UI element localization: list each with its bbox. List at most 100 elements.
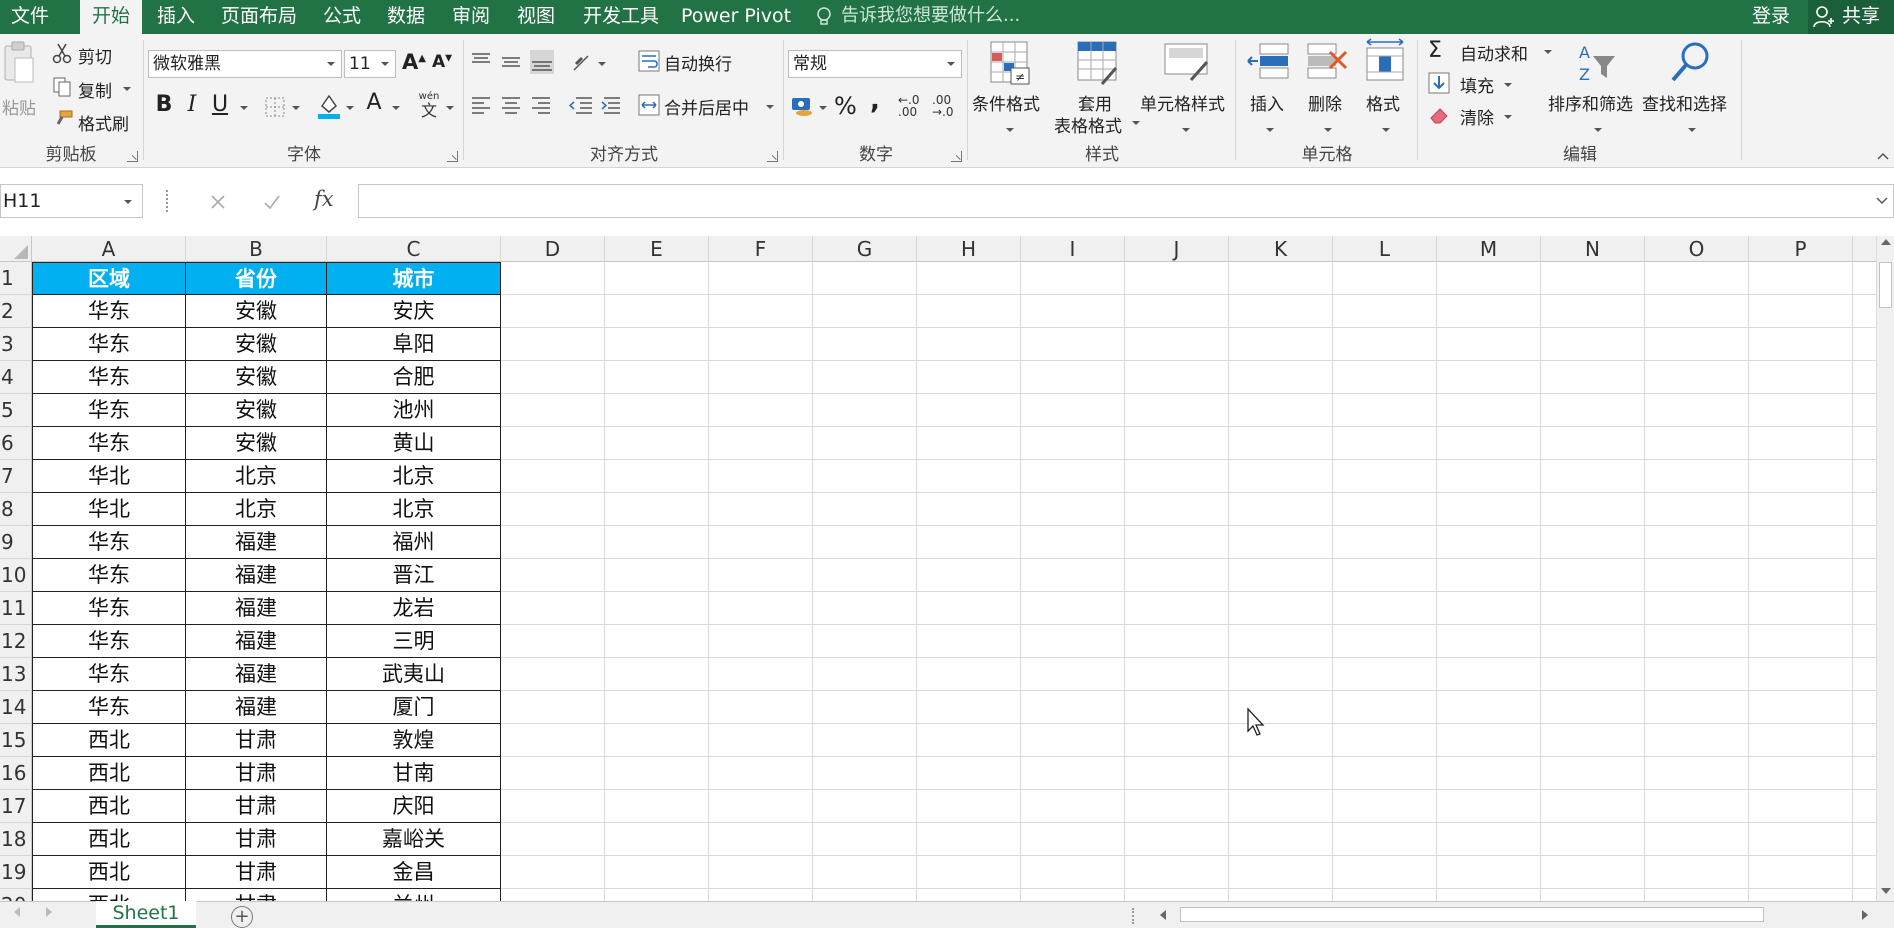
select-all-corner[interactable] xyxy=(0,236,32,262)
tab-insert[interactable]: 插入 xyxy=(150,0,202,34)
table-cell[interactable]: 安徽 xyxy=(186,328,327,361)
fill-color-icon[interactable] xyxy=(316,92,342,120)
row-header-10[interactable]: 10 xyxy=(0,559,32,592)
copy-button[interactable]: 复制 xyxy=(52,76,140,102)
table-cell[interactable]: 西北 xyxy=(32,724,186,757)
sheet-tab-sheet1[interactable]: Sheet1 xyxy=(96,901,196,928)
phonetic-guide-button[interactable]: wén 文 xyxy=(414,92,444,122)
table-cell[interactable]: 合肥 xyxy=(327,361,501,394)
merge-center-button[interactable]: 合并后居中 xyxy=(638,94,778,120)
column-header-p[interactable]: P xyxy=(1749,236,1853,262)
clipboard-launcher-icon[interactable] xyxy=(127,151,138,162)
font-size-select[interactable]: 11 xyxy=(344,50,396,78)
delete-cells-button[interactable]: 删除 xyxy=(1302,40,1352,140)
alignment-launcher-icon[interactable] xyxy=(767,151,778,162)
vertical-scrollbar[interactable] xyxy=(1876,236,1894,901)
percent-button[interactable]: % xyxy=(834,92,857,120)
column-header-j[interactable]: J xyxy=(1125,236,1229,262)
tab-split-handle[interactable] xyxy=(1132,908,1134,924)
underline-button[interactable]: U xyxy=(208,92,232,117)
font-color-icon[interactable]: A xyxy=(362,90,386,115)
cut-button[interactable]: 剪切 xyxy=(52,42,140,68)
column-header-n[interactable]: N xyxy=(1541,236,1645,262)
number-launcher-icon[interactable] xyxy=(951,151,962,162)
table-cell[interactable]: 华东 xyxy=(32,559,186,592)
table-cell[interactable]: 西北 xyxy=(32,856,186,889)
row-header-11[interactable]: 11 xyxy=(0,592,32,625)
tab-developer[interactable]: 开发工具 xyxy=(576,0,666,34)
scroll-up-icon[interactable] xyxy=(1881,239,1891,245)
insert-function-button[interactable]: fx xyxy=(314,187,334,211)
sort-filter-button[interactable]: A Z 排序和筛选 xyxy=(1548,40,1644,140)
table-cell[interactable]: 华东 xyxy=(32,394,186,427)
chevron-down-icon[interactable] xyxy=(240,106,248,110)
column-header-h[interactable]: H xyxy=(917,236,1021,262)
row-header-6[interactable]: 6 xyxy=(0,427,32,460)
drag-handle[interactable] xyxy=(166,190,168,212)
row-header-5[interactable]: 5 xyxy=(0,394,32,427)
chevron-down-icon[interactable] xyxy=(598,62,606,66)
column-header-g[interactable]: G xyxy=(813,236,917,262)
row-header-4[interactable]: 4 xyxy=(0,361,32,394)
table-cell[interactable]: 甘肃 xyxy=(186,790,327,823)
table-cell[interactable]: 安徽 xyxy=(186,361,327,394)
scroll-right-icon[interactable] xyxy=(1862,910,1868,920)
table-cell[interactable]: 华东 xyxy=(32,295,186,328)
comma-button[interactable]: , xyxy=(870,86,880,116)
column-header-b[interactable]: B xyxy=(186,236,327,262)
table-cell[interactable]: 晋江 xyxy=(327,559,501,592)
chevron-down-icon[interactable] xyxy=(292,106,300,110)
borders-icon[interactable] xyxy=(264,96,286,118)
table-cell[interactable]: 福建 xyxy=(186,526,327,559)
table-cell[interactable]: 华东 xyxy=(32,361,186,394)
chevron-down-icon[interactable] xyxy=(392,106,400,110)
wrap-text-button[interactable]: 自动换行 xyxy=(638,50,778,76)
table-cell[interactable]: 华东 xyxy=(32,658,186,691)
add-sheet-button[interactable]: + xyxy=(231,906,253,928)
font-launcher-icon[interactable] xyxy=(447,151,458,162)
table-cell[interactable]: 华东 xyxy=(32,625,186,658)
table-cell[interactable]: 华北 xyxy=(32,460,186,493)
column-header-m[interactable]: M xyxy=(1437,236,1541,262)
format-as-table-button[interactable]: 套用 表格格式 xyxy=(1054,40,1140,144)
paste-button[interactable]: 粘贴 xyxy=(2,40,38,132)
font-name-select[interactable]: 微软雅黑 xyxy=(148,50,342,78)
table-cell[interactable]: 庆阳 xyxy=(327,790,501,823)
decrease-font-icon[interactable]: A▼ xyxy=(430,52,454,72)
table-cell[interactable]: 厦门 xyxy=(327,691,501,724)
row-header-2[interactable]: 2 xyxy=(0,295,32,328)
bold-button[interactable]: B xyxy=(152,92,176,117)
table-cell[interactable]: 安徽 xyxy=(186,394,327,427)
collapse-ribbon-icon[interactable] xyxy=(1876,146,1890,160)
row-header-19[interactable]: 19 xyxy=(0,856,32,889)
row-header-15[interactable]: 15 xyxy=(0,724,32,757)
table-cell[interactable]: 三明 xyxy=(327,625,501,658)
increase-font-icon[interactable]: A▲ xyxy=(402,50,426,74)
table-cell[interactable]: 福建 xyxy=(186,592,327,625)
number-format-select[interactable]: 常规 xyxy=(788,50,962,78)
row-header-12[interactable]: 12 xyxy=(0,625,32,658)
table-cell[interactable]: 嘉峪关 xyxy=(327,823,501,856)
tab-page-layout[interactable]: 页面布局 xyxy=(214,0,304,34)
table-cell[interactable]: 西北 xyxy=(32,823,186,856)
format-cells-button[interactable]: 格式 xyxy=(1360,38,1410,138)
autosum-button[interactable]: Σ 自动求和 xyxy=(1428,38,1558,66)
row-header-7[interactable]: 7 xyxy=(0,460,32,493)
tab-data[interactable]: 数据 xyxy=(381,0,431,34)
column-header-f[interactable]: F xyxy=(709,236,813,262)
table-cell[interactable]: 北京 xyxy=(186,493,327,526)
table-cell[interactable]: 黄山 xyxy=(327,427,501,460)
enter-check-icon[interactable] xyxy=(262,192,282,212)
table-cell[interactable]: 安庆 xyxy=(327,295,501,328)
table-cell[interactable]: 福建 xyxy=(186,658,327,691)
table-cell[interactable]: 甘南 xyxy=(327,757,501,790)
conditional-formatting-button[interactable]: ≠ 条件格式 xyxy=(970,40,1050,140)
horizontal-scroll-thumb[interactable] xyxy=(1180,907,1764,922)
table-cell[interactable]: 甘肃 xyxy=(186,724,327,757)
decrease-decimal-icon[interactable]: .00 →.0 xyxy=(932,94,962,120)
table-cell[interactable]: 华东 xyxy=(32,526,186,559)
insert-cells-button[interactable]: 插入 xyxy=(1244,40,1294,140)
login-button[interactable]: 登录 xyxy=(1752,0,1790,32)
prev-sheet-icon[interactable] xyxy=(14,907,20,917)
indent-icons[interactable] xyxy=(568,94,628,118)
